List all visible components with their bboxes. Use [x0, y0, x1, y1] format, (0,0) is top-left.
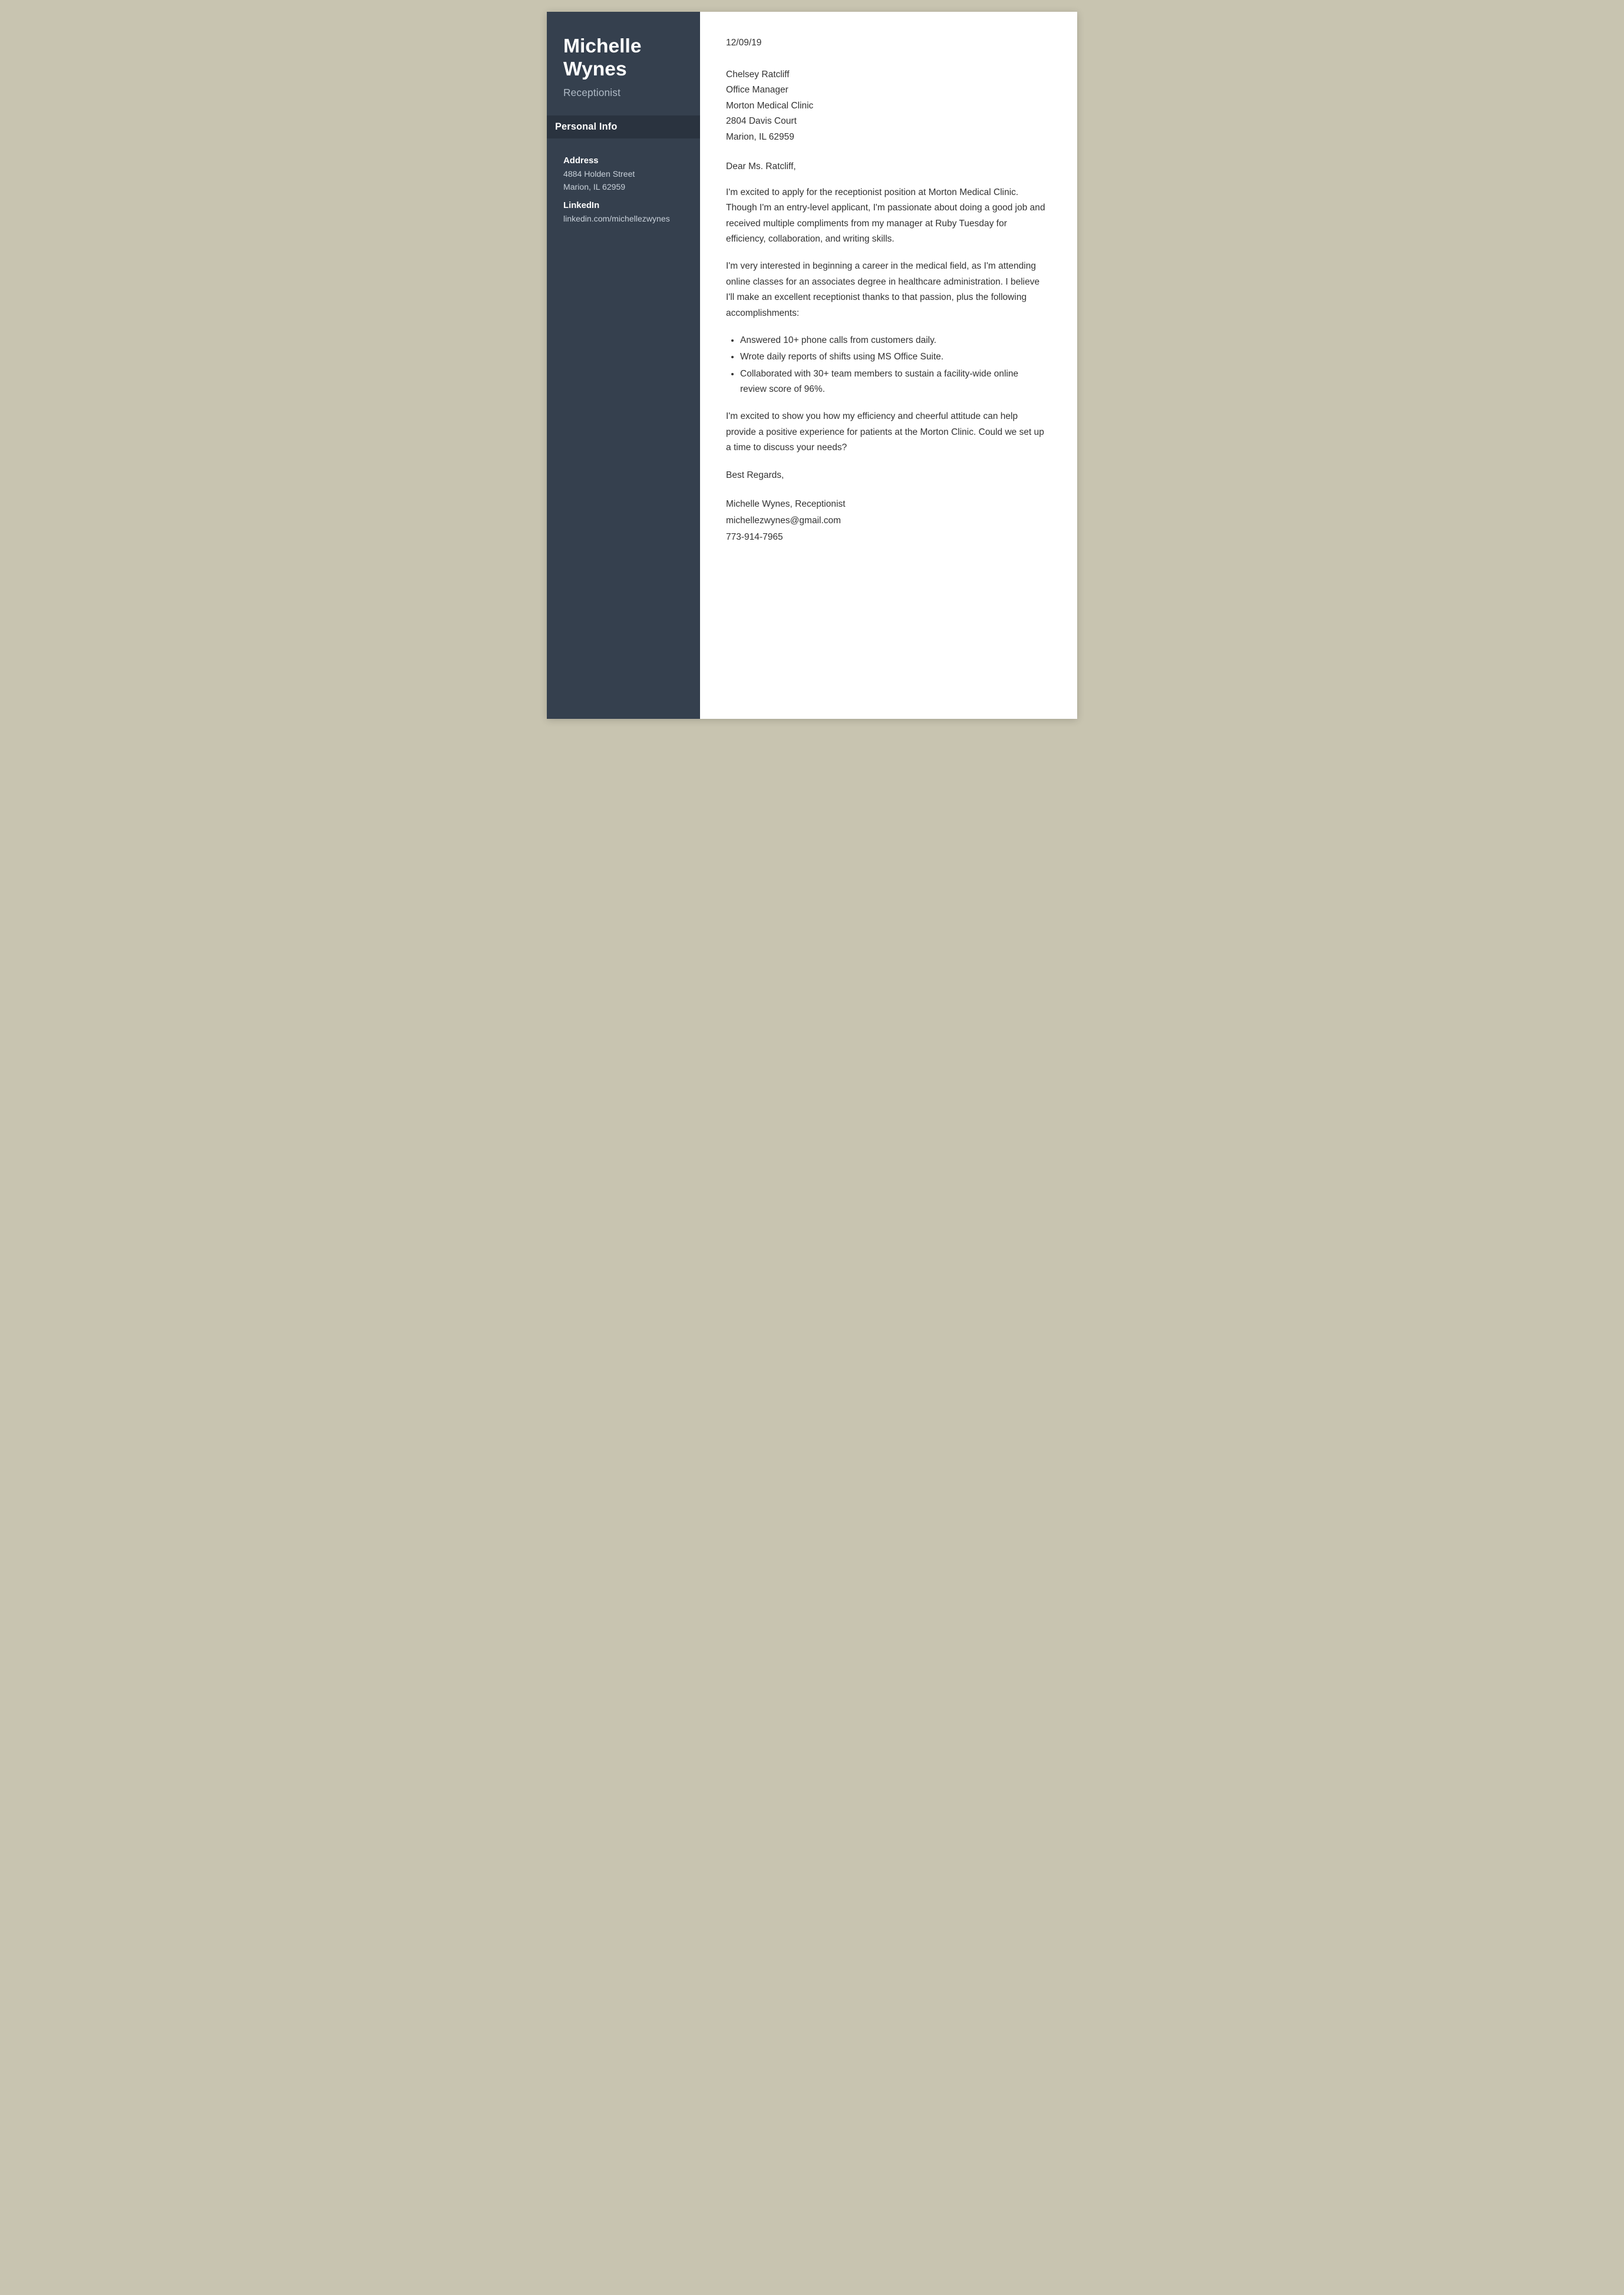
recipient-city: Marion, IL 62959 [726, 130, 1047, 145]
main-content: 12/09/19 Chelsey Ratcliff Office Manager… [700, 12, 1077, 719]
paragraph2: I'm very interested in beginning a caree… [726, 259, 1047, 321]
linkedin-value: linkedin.com/michellezwynes [563, 213, 684, 226]
sidebar: Michelle Wynes Receptionist Personal Inf… [547, 12, 700, 719]
applicant-name: Michelle Wynes [563, 35, 684, 81]
letter-signature: Michelle Wynes, Receptionist michellezwy… [726, 496, 1047, 546]
letter-body: I'm excited to apply for the receptionis… [726, 185, 1047, 456]
personal-info-header: Personal Info [547, 115, 700, 138]
signature-email: michellezwynes@gmail.com [726, 513, 1047, 529]
paragraph3: I'm excited to show you how my efficienc… [726, 409, 1047, 455]
salutation: Dear Ms. Ratcliff, [726, 161, 1047, 172]
letter-closing: Best Regards, [726, 468, 1047, 483]
recipient-address: 2804 Davis Court [726, 114, 1047, 129]
bullet-item-2: Wrote daily reports of shifts using MS O… [740, 349, 1047, 365]
signature-phone: 773-914-7965 [726, 529, 1047, 546]
address-line1: 4884 Holden Street [563, 168, 684, 181]
paragraph1: I'm excited to apply for the receptionis… [726, 185, 1047, 247]
applicant-title: Receptionist [563, 87, 684, 99]
signature-name: Michelle Wynes, Receptionist [726, 496, 1047, 513]
recipient-company: Morton Medical Clinic [726, 98, 1047, 114]
address-label: Address [563, 156, 684, 166]
linkedin-label: LinkedIn [563, 201, 684, 210]
bullet-list: Answered 10+ phone calls from customers … [740, 333, 1047, 398]
document: Michelle Wynes Receptionist Personal Inf… [547, 12, 1077, 719]
recipient-block: Chelsey Ratcliff Office Manager Morton M… [726, 67, 1047, 145]
recipient-title: Office Manager [726, 82, 1047, 98]
bullet-item-1: Answered 10+ phone calls from customers … [740, 333, 1047, 348]
recipient-name: Chelsey Ratcliff [726, 67, 1047, 82]
bullet-item-3: Collaborated with 30+ team members to su… [740, 366, 1047, 398]
address-line2: Marion, IL 62959 [563, 181, 684, 194]
letter-date: 12/09/19 [726, 38, 1047, 48]
